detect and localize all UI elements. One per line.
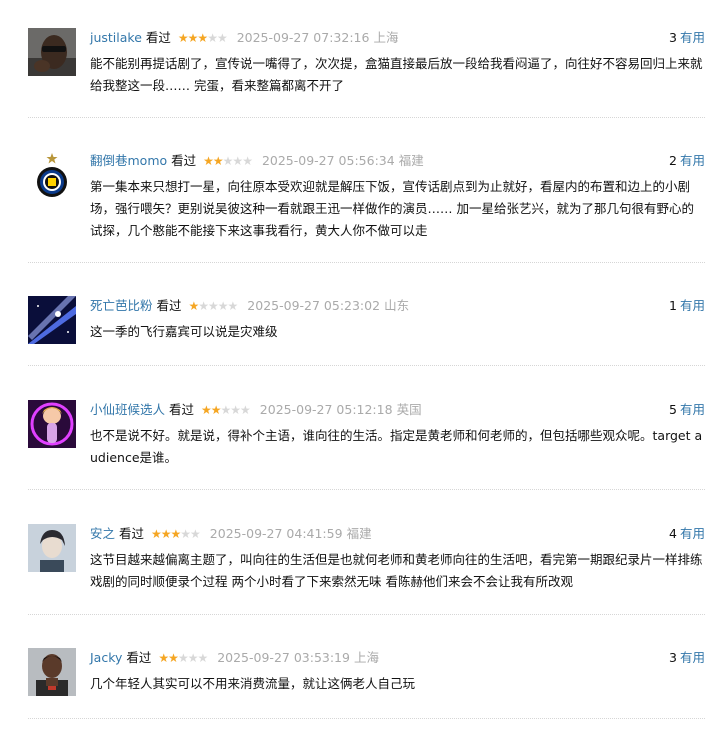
star-icon: ★★★	[177, 31, 208, 45]
rating-stars: ★★★★★	[203, 151, 253, 171]
divider	[28, 117, 705, 118]
star-icon: ★★★	[151, 527, 181, 541]
useful-votes: 1 有用	[669, 296, 705, 316]
comment-region: 福建	[346, 526, 372, 541]
vote-count: 3	[669, 650, 677, 665]
comment-text: 这节目越来越偏离主题了，叫向往的生活但是也就何老师和黄老师向往的生活吧，看完第一…	[90, 552, 703, 589]
useful-button[interactable]: 有用	[680, 650, 705, 665]
vote-count: 4	[669, 526, 677, 541]
comment-text: 也不是说不好。就是说，得补个主语，谁向往的生活。指定是黄老师和何老师的，但包括哪…	[90, 428, 703, 465]
vote-count: 5	[669, 402, 677, 417]
comment-list: justilake 看过 ★★★★★ 2025-09-27 07:32:16 上海 …	[0, 0, 726, 731]
useful-votes: 5 有用	[669, 400, 705, 420]
watched-label: 看过	[119, 526, 145, 541]
rating-stars: ★★★★★	[201, 400, 251, 420]
star-icon: ★	[188, 299, 200, 313]
star-empty-icon: ★★	[180, 527, 200, 541]
rating-stars: ★★★★★	[151, 524, 201, 544]
useful-button[interactable]: 有用	[680, 153, 705, 168]
comment-text: 能不能别再提话剧了，宣传说一嘴得了，次次提，盒猫直接最后放一段给我看闷逼了，向往…	[90, 56, 703, 93]
comment-time: 2025-09-27 04:41:59	[209, 526, 343, 541]
username-link[interactable]: justilake	[90, 30, 142, 45]
comment-time: 2025-09-27 05:12:18	[259, 402, 393, 417]
comment-time: 2025-09-27 03:53:19	[217, 650, 350, 665]
username-link[interactable]: 安之	[90, 526, 115, 541]
comment-region: 山东	[384, 298, 410, 313]
username-link[interactable]: 死亡芭比粉	[90, 298, 153, 313]
comment-time: 2025-09-27 05:56:34	[261, 153, 395, 168]
comment-time: 2025-09-27 07:32:16	[236, 30, 370, 45]
inter-badge-avatar[interactable]	[28, 151, 76, 199]
star-empty-icon: ★★★	[222, 154, 253, 168]
useful-button[interactable]: 有用	[680, 402, 705, 417]
vote-count: 1	[669, 298, 677, 313]
divider	[28, 262, 705, 263]
space-beam-avatar[interactable]	[28, 296, 76, 344]
rating-stars: ★★★★★	[188, 296, 239, 316]
comment-time: 2025-09-27 05:23:02	[247, 298, 381, 313]
star-empty-icon: ★★★★	[198, 299, 238, 313]
star-icon: ★★	[158, 651, 178, 665]
useful-button[interactable]: 有用	[680, 526, 705, 541]
divider	[28, 489, 705, 490]
comment-meta: 小仙班候选人 看过 ★★★★★ 2025-09-27 05:12:18 英国 5 有用	[90, 400, 705, 420]
useful-button[interactable]: 有用	[680, 298, 705, 313]
username-link[interactable]: 翻倒巷momo	[90, 153, 167, 168]
comment-meta: Jacky 看过 ★★★★★ 2025-09-27 03:53:19 上海 3 有用	[90, 648, 705, 668]
comment-meta: justilake 看过 ★★★★★ 2025-09-27 07:32:16 上海 …	[90, 28, 705, 48]
useful-votes: 4 有用	[669, 524, 705, 544]
rating-stars: ★★★★★	[158, 648, 208, 668]
watched-label: 看过	[126, 650, 152, 665]
comment-meta: 翻倒巷momo 看过 ★★★★★ 2025-09-27 05:56:34 福建 2有…	[90, 151, 705, 171]
comment-meta: 安之 看过 ★★★★★ 2025-09-27 04:41:59 福建 4 有用	[90, 524, 705, 544]
comment-region: 福建	[398, 153, 424, 168]
useful-votes: 3 有用	[669, 648, 705, 668]
watched-label: 看过	[171, 153, 197, 168]
rating-stars: ★★★★★	[177, 28, 228, 48]
portrait-avatar[interactable]	[28, 524, 76, 572]
divider	[28, 718, 705, 719]
useful-votes: 2 有用	[669, 151, 705, 171]
comment-text: 第一集本来只想打一星，向往原本受欢迎就是解压下饭，宣传话剧点到为止就好，看屋内的…	[90, 179, 694, 238]
anime-girl-avatar[interactable]	[28, 400, 76, 448]
vote-count: 2	[669, 153, 677, 168]
comment-meta: 死亡芭比粉 看过 ★★★★★ 2025-09-27 05:23:02 山东 1 有用	[90, 296, 705, 316]
username-link[interactable]: Jacky	[90, 650, 122, 665]
star-icon: ★★	[203, 154, 223, 168]
comment-text: 这一季的飞行嘉宾可以说是灾难级	[90, 324, 278, 339]
comment-region: 上海	[373, 30, 399, 45]
star-empty-icon: ★★★	[220, 403, 251, 417]
useful-votes: 3 有用	[669, 28, 705, 48]
useful-button[interactable]: 有用	[680, 30, 705, 45]
comment-region: 英国	[396, 402, 422, 417]
divider	[28, 365, 705, 366]
star-empty-icon: ★★★	[177, 651, 208, 665]
athlete-avatar[interactable]	[28, 648, 76, 696]
username-link[interactable]: 小仙班候选人	[90, 402, 165, 417]
comment-region: 上海	[353, 650, 379, 665]
star-icon: ★★	[201, 403, 221, 417]
watched-label: 看过	[169, 402, 195, 417]
comment-text: 几个年轻人其实可以不用来消费流量，就让这俩老人自己玩	[90, 676, 416, 691]
man-sunglasses-avatar[interactable]	[28, 28, 76, 76]
watched-label: 看过	[145, 30, 171, 45]
divider	[28, 614, 705, 615]
vote-count: 3	[669, 30, 677, 45]
watched-label: 看过	[156, 298, 182, 313]
star-empty-icon: ★★	[207, 31, 227, 45]
